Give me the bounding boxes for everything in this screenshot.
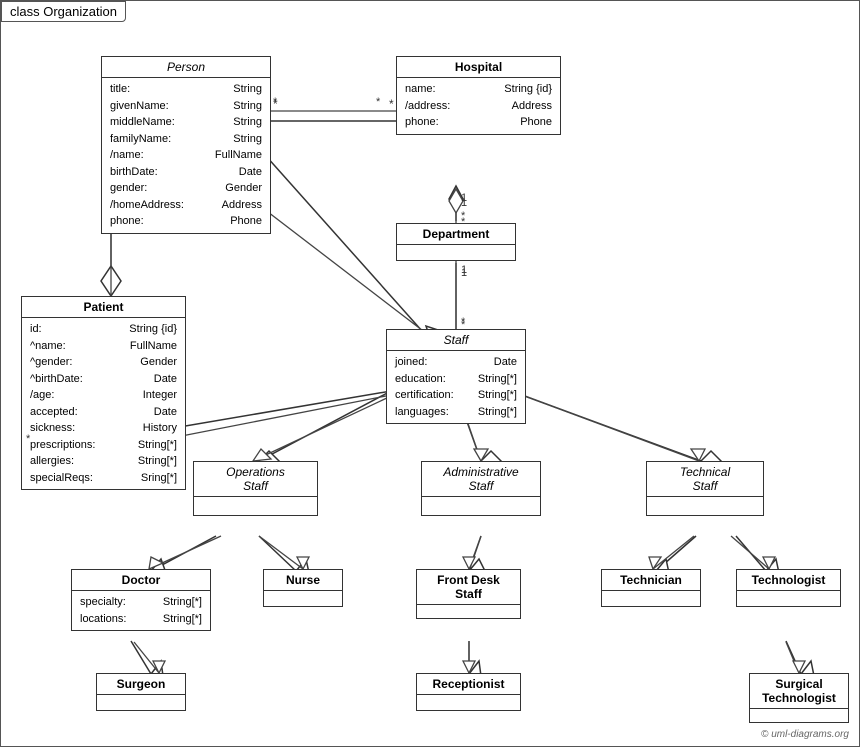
class-patient: Patient id:String {id} ^name:FullName ^g…: [21, 296, 186, 490]
class-department-title: Department: [397, 224, 515, 245]
class-person-attrs: title:String givenName:String middleName…: [102, 78, 270, 233]
class-ops-staff: OperationsStaff: [193, 461, 318, 516]
class-surgeon-attrs: [97, 695, 185, 703]
class-nurse-attrs: [264, 591, 342, 599]
class-front-desk: Front DeskStaff: [416, 569, 521, 619]
class-doctor-attrs: specialty:String[*] locations:String[*]: [72, 591, 210, 630]
svg-text:*: *: [389, 97, 394, 111]
class-technician-attrs: [602, 591, 700, 599]
class-front-desk-attrs: [417, 605, 520, 613]
mult-person-hospital-left: *: [273, 96, 277, 108]
class-receptionist-title: Receptionist: [417, 674, 520, 695]
class-technologist-attrs: [737, 591, 840, 599]
class-department-attrs: [397, 245, 515, 253]
class-tech-staff-attrs: [647, 497, 763, 505]
class-nurse: Nurse: [263, 569, 343, 607]
class-surgical-tech-attrs: [750, 709, 848, 717]
class-surgical-tech-title: SurgicalTechnologist: [750, 674, 848, 709]
class-surgeon: Surgeon: [96, 673, 186, 711]
class-admin-staff: AdministrativeStaff: [421, 461, 541, 516]
mult-dept-staff-star: *: [461, 319, 465, 331]
class-technician: Technician: [601, 569, 701, 607]
class-front-desk-title: Front DeskStaff: [417, 570, 520, 605]
class-receptionist: Receptionist: [416, 673, 521, 711]
mult-dept-staff-1: 1: [461, 267, 467, 279]
class-technologist-title: Technologist: [737, 570, 840, 591]
class-staff: Staff joined:Date education:String[*] ce…: [386, 329, 526, 424]
class-staff-title: Staff: [387, 330, 525, 351]
class-surgeon-title: Surgeon: [97, 674, 185, 695]
class-receptionist-attrs: [417, 695, 520, 703]
mult-patient-star: *: [26, 433, 30, 445]
class-technician-title: Technician: [602, 570, 700, 591]
class-admin-staff-title: AdministrativeStaff: [422, 462, 540, 497]
class-admin-staff-attrs: [422, 497, 540, 505]
copyright: © uml-diagrams.org: [761, 729, 849, 740]
class-technologist: Technologist: [736, 569, 841, 607]
class-tech-staff-title: TechnicalStaff: [647, 462, 763, 497]
class-hospital-attrs: name:String {id} /address:Address phone:…: [397, 78, 560, 134]
class-person-title: Person: [102, 57, 270, 78]
class-doctor: Doctor specialty:String[*] locations:Str…: [71, 569, 211, 631]
class-surgical-tech: SurgicalTechnologist: [749, 673, 849, 723]
class-tech-staff: TechnicalStaff: [646, 461, 764, 516]
mult-hospital-dept-1: 1: [461, 197, 467, 209]
class-staff-attrs: joined:Date education:String[*] certific…: [387, 351, 525, 423]
diagram-title: class Organization: [1, 1, 126, 22]
class-ops-staff-title: OperationsStaff: [194, 462, 317, 497]
class-patient-attrs: id:String {id} ^name:FullName ^gender:Ge…: [22, 318, 185, 489]
class-hospital: Hospital name:String {id} /address:Addre…: [396, 56, 561, 135]
mult-person-hospital-right: *: [376, 96, 380, 108]
diagram-container: class Organization: [0, 0, 860, 747]
class-person: Person title:String givenName:String mid…: [101, 56, 271, 234]
class-ops-staff-attrs: [194, 497, 317, 505]
mult-hospital-dept-star: *: [461, 216, 465, 228]
class-nurse-title: Nurse: [264, 570, 342, 591]
class-hospital-title: Hospital: [397, 57, 560, 78]
class-doctor-title: Doctor: [72, 570, 210, 591]
class-patient-title: Patient: [22, 297, 185, 318]
class-department: Department: [396, 223, 516, 261]
